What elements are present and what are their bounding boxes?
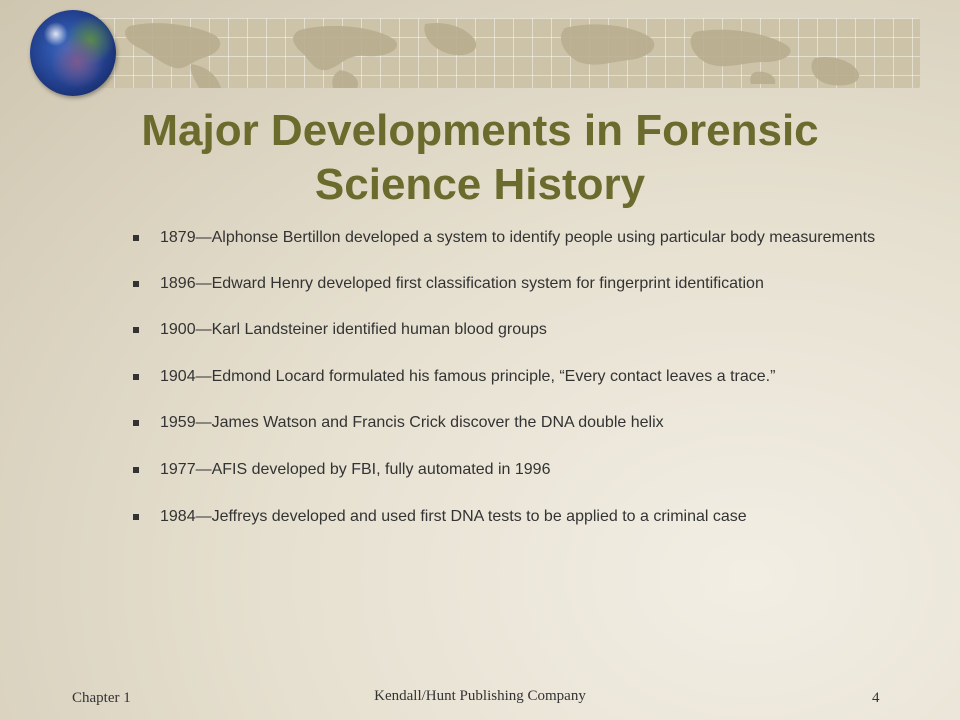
bullet-text: 1900—Karl Landsteiner identified human b…: [160, 321, 547, 338]
square-bullet-icon: [133, 327, 139, 333]
bullet-item-1896: 1896—Edward Henry developed first classi…: [131, 275, 881, 293]
bullet-text: 1984—Jeffreys developed and used first D…: [160, 508, 747, 525]
slide-title-line-1: Major Developments in Forensic: [141, 106, 819, 155]
footer-page-number: 4: [872, 690, 880, 706]
globe-icon: [30, 10, 116, 96]
square-bullet-icon: [133, 467, 139, 473]
bullet-text: 1896—Edward Henry developed first classi…: [160, 275, 764, 292]
bullet-item-1904: 1904—Edmond Locard formulated his famous…: [131, 368, 881, 386]
bullet-item-1900: 1900—Karl Landsteiner identified human b…: [131, 321, 881, 339]
square-bullet-icon: [133, 235, 139, 241]
footer-publisher: Kendall/Hunt Publishing Company: [374, 688, 586, 704]
world-map-illustration: [124, 22, 860, 88]
bullet-text: 1879—Alphonse Bertillon developed a syst…: [160, 229, 876, 246]
square-bullet-icon: [133, 374, 139, 380]
bullet-text: 1977—AFIS developed by FBI, fully automa…: [160, 461, 551, 478]
bullet-list: 1879—Alphonse Bertillon developed a syst…: [131, 229, 881, 554]
slide: Major Developments in Forensic Science H…: [0, 0, 960, 720]
slide-title-line-2: Science History: [314, 160, 646, 209]
bullet-item-1959: 1959—James Watson and Francis Crick disc…: [131, 414, 881, 432]
bullet-item-1977: 1977—AFIS developed by FBI, fully automa…: [131, 461, 881, 479]
world-map-banner: [95, 18, 920, 88]
bullet-text: 1904—Edmond Locard formulated his famous…: [160, 368, 776, 385]
slide-title: Major Developments in Forensic Science H…: [80, 104, 880, 212]
square-bullet-icon: [133, 281, 139, 287]
bullet-text: 1959—James Watson and Francis Crick disc…: [160, 414, 664, 431]
square-bullet-icon: [133, 514, 139, 520]
square-bullet-icon: [133, 420, 139, 426]
bullet-item-1984: 1984—Jeffreys developed and used first D…: [131, 508, 881, 526]
bullet-item-1879: 1879—Alphonse Bertillon developed a syst…: [131, 229, 881, 247]
